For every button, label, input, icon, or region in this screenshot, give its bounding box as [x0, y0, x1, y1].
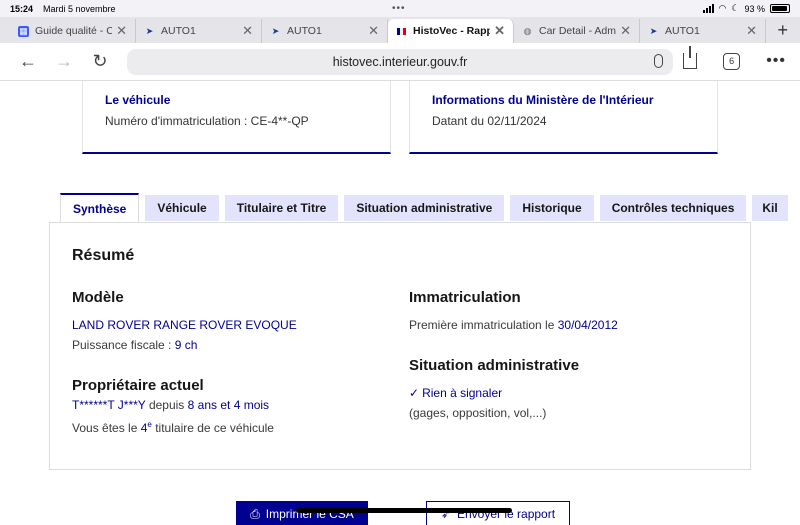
close-tab-icon[interactable]: ✕	[620, 23, 631, 39]
model-heading: Modèle	[72, 289, 124, 306]
printer-icon: ⎙	[250, 506, 260, 521]
reload-icon[interactable]: ↻	[82, 51, 118, 72]
owner-section: Propriétaire actuel T******T J***Y depui…	[72, 377, 274, 438]
print-csa-button[interactable]: ⎙ Imprimer le CSA	[236, 501, 368, 525]
browser-tab-active[interactable]: HistoVec - Rapp ✕	[388, 19, 514, 43]
wifi-icon: ◠	[718, 3, 727, 13]
model-name: LAND ROVER RANGE ROVER EVOQUE	[72, 318, 297, 332]
browser-tab[interactable]: ➤ AUTO1 ✕	[640, 19, 766, 43]
owner-since: T******T J***Y depuis 8 ans et 4 mois	[72, 395, 274, 415]
admin-status: ✓ Rien à signaler	[409, 383, 579, 403]
new-tab-icon[interactable]: +	[777, 20, 788, 41]
admin-heading: Situation administrative	[409, 357, 580, 374]
status-time: 15:24	[10, 3, 34, 14]
share-icon[interactable]	[683, 46, 698, 69]
more-icon[interactable]: •••	[766, 52, 786, 70]
check-icon: ✓	[409, 386, 420, 400]
summary-panel: Résumé Modèle LAND ROVER RANGE ROVER EVO…	[49, 222, 751, 470]
tab-kilometrage[interactable]: Kil	[752, 195, 789, 221]
registration-number: Numéro d'immatriculation : CE-4**-QP	[105, 114, 309, 128]
doc-icon: ▦	[18, 25, 29, 37]
owner-heading: Propriétaire actuel	[72, 377, 204, 394]
ministry-card: Informations du Ministère de l'Intérieur…	[409, 81, 718, 154]
auto1-icon: ➤	[649, 25, 658, 36]
ministry-date: Datant du 02/11/2024	[432, 114, 547, 128]
close-tab-icon[interactable]: ✕	[116, 23, 127, 39]
first-registration: Première immatriculation le 30/04/2012	[409, 315, 618, 335]
status-bar: 15:24 Mardi 5 novembre ••• ◠ ☾ 93 %	[0, 0, 800, 17]
signal-icon	[702, 4, 714, 13]
tab-count-button[interactable]: 6	[723, 52, 741, 70]
status-date: Mardi 5 novembre	[43, 3, 116, 14]
admin-section: Situation administrative ✓ Rien à signale…	[409, 357, 579, 423]
back-icon[interactable]: ←	[10, 51, 46, 72]
auto1-icon: ➤	[271, 25, 280, 36]
url-text: histovec.interieur.gouv.fr	[332, 55, 468, 69]
moon-icon: ☾	[731, 3, 740, 13]
ministry-card-title: Informations du Ministère de l'Intérieur	[432, 93, 654, 107]
model-section: Modèle LAND ROVER RANGE ROVER EVOQUE Pui…	[72, 289, 297, 355]
forward-icon[interactable]: →	[46, 51, 82, 72]
owner-rank-suffix-sup: e	[147, 420, 152, 429]
tab-situation[interactable]: Situation administrative	[344, 195, 505, 221]
close-tab-icon[interactable]: ✕	[368, 23, 379, 39]
fiscal-power: Puissance fiscale : 9 ch	[72, 335, 297, 355]
admin-status-text: Rien à signaler	[422, 386, 503, 400]
browser-tab-title: Car Detail - Adm	[539, 25, 617, 37]
browser-tab-title: Guide qualité - C	[35, 25, 113, 37]
owner-since-value: 8 ans et 4 mois	[187, 398, 270, 412]
home-indicator[interactable]	[296, 508, 512, 513]
owner-rank: Vous êtes le 4e titulaire de ce véhicule	[72, 415, 274, 438]
owner-since-label: depuis	[148, 398, 185, 412]
vehicle-card-title: Le véhicule	[105, 93, 171, 107]
close-tab-icon[interactable]: ✕	[242, 23, 253, 39]
flag-icon	[396, 26, 407, 37]
registration-heading: Immatriculation	[409, 289, 521, 306]
owner-rank-suffix: titulaire de ce véhicule	[155, 421, 274, 435]
tab-historique[interactable]: Historique	[510, 195, 594, 221]
address-bar[interactable]: histovec.interieur.gouv.fr	[127, 49, 673, 75]
summary-heading: Résumé	[72, 247, 135, 264]
tab-vehicule[interactable]: Véhicule	[145, 195, 219, 221]
battery-fill	[772, 6, 787, 11]
browser-tab[interactable]: ➤ AUTO1 ✕	[262, 19, 388, 43]
first-registration-date: 30/04/2012	[557, 318, 618, 332]
close-tab-icon[interactable]: ✕	[746, 23, 757, 39]
vehicle-card: Le véhicule Numéro d'immatriculation : C…	[82, 81, 391, 154]
owner-name: T******T J***Y	[72, 398, 146, 412]
send-report-button[interactable]: ➶ Envoyer le rapport	[426, 501, 570, 525]
browser-toolbar: ← → ↻ histovec.interieur.gouv.fr 6 •••	[0, 43, 800, 81]
microphone-icon[interactable]	[654, 54, 663, 68]
tab-titulaire[interactable]: Titulaire et Titre	[224, 195, 339, 221]
browser-tab-title: HistoVec - Rapp	[413, 25, 491, 37]
battery-icon	[770, 4, 790, 13]
page-content: Le véhicule Numéro d'immatriculation : C…	[0, 81, 800, 525]
browser-tab-title: AUTO1	[161, 25, 196, 37]
browser-tab[interactable]: ➤ AUTO1 ✕	[136, 19, 262, 43]
report-tabs: Synthèse Véhicule Titulaire et Titre Sit…	[60, 193, 789, 222]
close-tab-icon[interactable]: ✕	[494, 23, 505, 39]
multitask-dots-icon[interactable]: •••	[392, 3, 406, 14]
battery-percent: 93 %	[744, 3, 765, 14]
tab-synthese[interactable]: Synthèse	[60, 193, 140, 222]
fiscal-power-value: 9 ch	[174, 338, 198, 352]
browser-tab-title: AUTO1	[665, 25, 700, 37]
browser-tab-bar: ▦ Guide qualité - C ✕ ➤ AUTO1 ✕ ➤ AUTO1 ✕ Hist…	[0, 17, 800, 43]
owner-rank-prefix: Vous êtes le	[72, 421, 138, 435]
tab-controles[interactable]: Contrôles techniques	[599, 195, 747, 221]
auto1-icon: ➤	[145, 25, 154, 36]
first-registration-label: Première immatriculation le	[409, 318, 555, 332]
registration-section: Immatriculation Première immatriculation…	[409, 289, 618, 335]
browser-tab[interactable]: ▦ Guide qualité - C ✕	[10, 19, 136, 43]
globe-icon: ◍	[523, 25, 532, 36]
browser-tab-title: AUTO1	[287, 25, 322, 37]
fiscal-power-label: Puissance fiscale :	[72, 338, 172, 352]
browser-tab[interactable]: ◍ Car Detail - Adm ✕	[514, 19, 640, 43]
admin-detail: (gages, opposition, vol,...)	[409, 406, 547, 420]
